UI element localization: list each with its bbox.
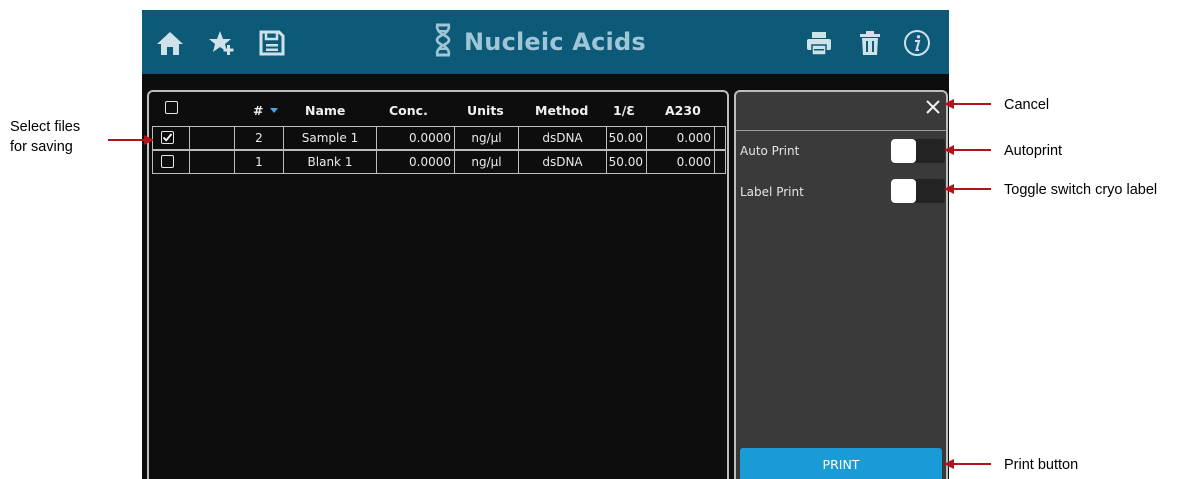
annotation-select-files: Select files for saving	[10, 117, 80, 157]
cell-concentration: 0.0000	[376, 126, 455, 150]
trash-icon[interactable]	[855, 28, 885, 58]
close-icon[interactable]	[925, 99, 941, 115]
column-header-name[interactable]: Name	[305, 103, 345, 118]
annotation-select-files-line1: Select files	[10, 119, 81, 135]
table-row[interactable]: 2 Sample 1 0.0000 ng/µl dsDNA 50.00 0.00…	[152, 126, 727, 150]
toggle-knob	[891, 139, 916, 163]
row-select-cell[interactable]	[152, 126, 190, 150]
auto-print-toggle[interactable]	[891, 139, 945, 163]
column-header-a230[interactable]: A230	[665, 103, 701, 118]
cell-inverse-epsilon: 50.00	[606, 126, 647, 150]
annotation-print-button: Print button	[1004, 457, 1079, 473]
sort-descending-icon[interactable]	[270, 108, 278, 113]
row-spacer-cell	[189, 150, 235, 174]
toggle-knob	[891, 179, 916, 203]
results-table: # Name Conc. Units Method 1/Ɛ A230 2 Sam…	[147, 90, 729, 479]
annotation-select-files-line2: for saving	[10, 139, 73, 155]
print-icon[interactable]	[804, 28, 834, 58]
cell-inverse-epsilon: 50.00	[606, 150, 647, 174]
row-checkbox[interactable]	[161, 155, 174, 168]
auto-print-label: Auto Print	[740, 144, 800, 158]
cell-method: dsDNA	[518, 150, 607, 174]
cell-name: Sample 1	[283, 126, 377, 150]
favorites-star-icon[interactable]	[207, 28, 237, 58]
table-row[interactable]: 1 Blank 1 0.0000 ng/µl dsDNA 50.00 0.000	[152, 150, 727, 174]
column-header-concentration[interactable]: Conc.	[389, 103, 428, 118]
row-spacer-cell	[189, 126, 235, 150]
panel-divider	[736, 130, 946, 131]
cell-units: ng/µl	[454, 126, 519, 150]
select-all-checkbox[interactable]	[165, 101, 178, 114]
label-print-label: Label Print	[740, 185, 804, 199]
row-end-cell	[714, 126, 726, 150]
column-header-units[interactable]: Units	[467, 103, 504, 118]
print-panel: Auto Print Label Print PRINT	[734, 90, 948, 479]
cell-number: 1	[234, 150, 284, 174]
annotation-toggle-cryo-label: Toggle switch cryo label	[1004, 182, 1158, 198]
cell-number: 2	[234, 126, 284, 150]
column-header-inverse-epsilon[interactable]: 1/Ɛ	[613, 103, 635, 118]
info-icon[interactable]	[902, 28, 932, 58]
print-button[interactable]: PRINT	[740, 448, 942, 479]
app-screen: Nucleic Acids # Name Conc. Units Method …	[142, 10, 949, 479]
cell-concentration: 0.0000	[376, 150, 455, 174]
annotation-cancel: Cancel	[1004, 97, 1050, 113]
cell-units: ng/µl	[454, 150, 519, 174]
cell-a230: 0.000	[646, 126, 715, 150]
cell-a230: 0.000	[646, 150, 715, 174]
top-bar: Nucleic Acids	[142, 10, 949, 74]
column-header-number[interactable]: #	[253, 103, 263, 118]
home-icon[interactable]	[155, 28, 185, 58]
row-end-cell	[714, 150, 726, 174]
label-print-toggle[interactable]	[891, 179, 945, 203]
row-select-cell[interactable]	[152, 150, 190, 174]
cell-method: dsDNA	[518, 126, 607, 150]
row-checkbox[interactable]	[161, 131, 174, 144]
annotation-autoprint: Autoprint	[1004, 143, 1063, 159]
save-disk-icon[interactable]	[257, 28, 287, 58]
page-title: Nucleic Acids	[464, 28, 646, 56]
cell-name: Blank 1	[283, 150, 377, 174]
app-title: Nucleic Acids	[432, 23, 646, 62]
dna-icon	[432, 23, 464, 62]
column-header-method[interactable]: Method	[535, 103, 588, 118]
